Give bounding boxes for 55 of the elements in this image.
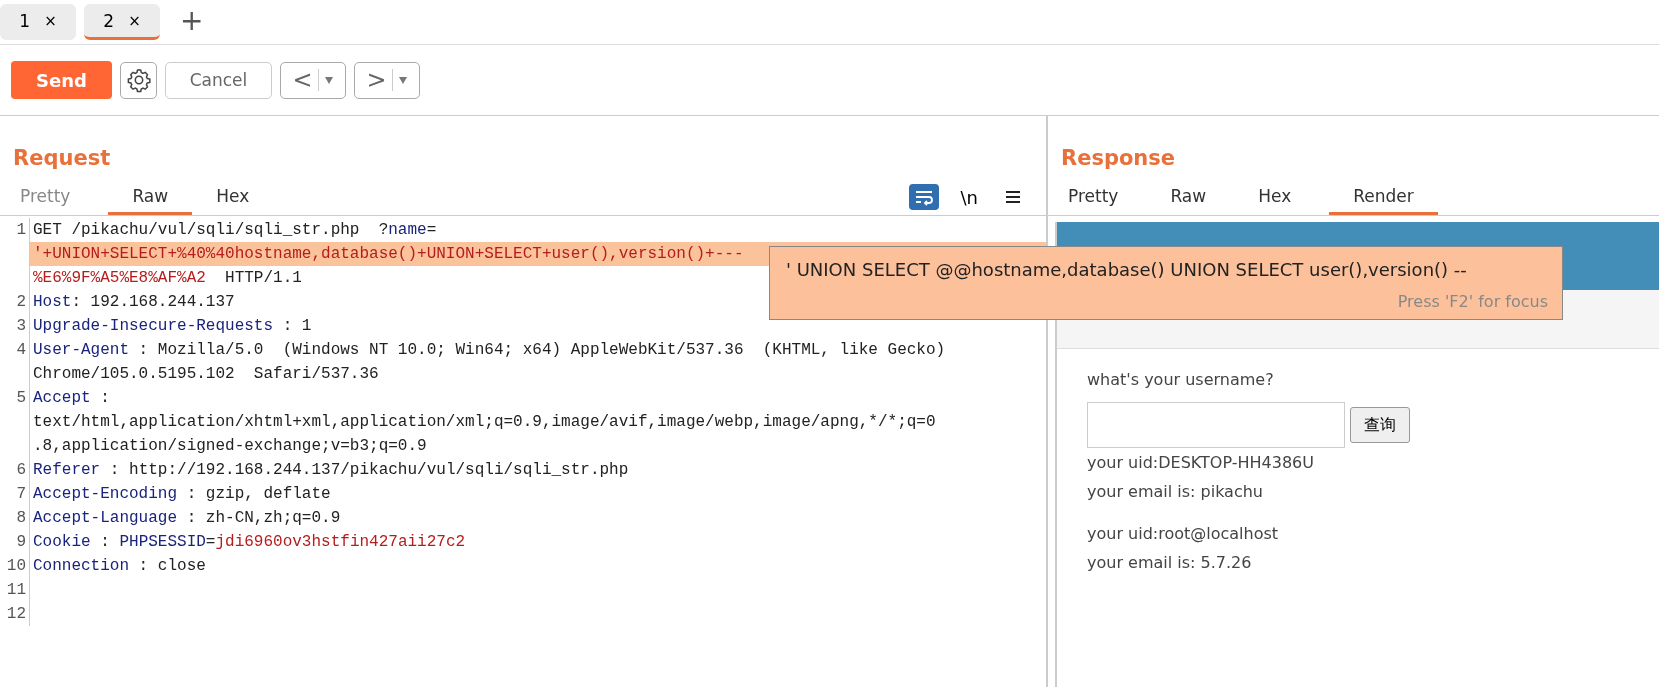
line-number: 3 xyxy=(0,314,30,338)
result-text: your uid:DESKTOP-HH4386U xyxy=(1087,452,1315,474)
line-number: 10 xyxy=(0,554,30,578)
tooltip-hint: Press 'F2' for focus xyxy=(1397,292,1548,311)
code-line: Accept-Encoding : gzip, deflate xyxy=(32,484,331,505)
panel-title: Response xyxy=(1060,145,1177,172)
code-line: Chrome/105.0.5195.102 Safari/537.36 xyxy=(32,364,379,385)
line-number: 6 xyxy=(0,458,30,482)
view-tab[interactable]: Render xyxy=(1329,179,1438,215)
username-field[interactable] xyxy=(1087,402,1345,448)
code-line: text/html,application/xhtml+xml,application/xml;q=0.9,image/avif,image/webp,image/apng,*/*;q=0 xyxy=(32,412,936,433)
result-text: your email is: pikachu xyxy=(1087,481,1264,503)
tab[interactable]: 1 × xyxy=(0,4,76,40)
line-number: 4 xyxy=(0,338,30,386)
forward-button[interactable]: > xyxy=(354,61,420,99)
query-button[interactable]: 查询 xyxy=(1350,407,1410,443)
code-line: GET /pikachu/vul/sqli/sqli_str.php ?name= xyxy=(32,220,437,241)
back-button[interactable]: < xyxy=(280,61,346,99)
view-tab[interactable]: Hex xyxy=(1244,179,1320,215)
code-line: Accept-Language : zh-CN,zh;q=0.9 xyxy=(32,508,341,529)
line-number: 7 xyxy=(0,482,30,506)
code-line: .8,application/signed-exchange;v=b3;q=0.9 xyxy=(32,436,427,457)
cancel-button[interactable]: Cancel xyxy=(165,61,272,99)
view-tab[interactable]: Pretty xyxy=(6,179,99,215)
result-text: your uid:root@localhost xyxy=(1087,523,1280,545)
tab[interactable]: 2 × xyxy=(84,4,160,40)
code-line: User-Agent : Mozilla/5.0 (Windows NT 10.0; Win64; x64) AppleWebKit/537.36 (KHTML, like Gecko) xyxy=(32,340,946,361)
line-number: 9 xyxy=(0,530,30,554)
settings-button[interactable] xyxy=(120,61,157,99)
wrap-button[interactable] xyxy=(908,184,939,210)
code-line: Accept : xyxy=(32,388,110,409)
result-text: your email is: 5.7.26 xyxy=(1087,552,1253,574)
view-tab[interactable]: Raw xyxy=(108,179,193,215)
line-number: 5 xyxy=(0,386,30,458)
code-line: Connection : close xyxy=(32,556,206,577)
code-line: Host: 192.168.244.137 xyxy=(32,292,235,313)
line-number: 8 xyxy=(0,506,30,530)
line-number: 11 xyxy=(0,578,30,602)
panel-title: Request xyxy=(12,145,112,172)
dropdown-icon xyxy=(397,75,408,85)
form-prompt: what's your username? xyxy=(1087,369,1275,391)
view-tab[interactable]: Raw xyxy=(1156,179,1235,215)
dropdown-icon xyxy=(323,75,334,85)
view-tab[interactable]: Pretty xyxy=(1054,179,1147,215)
code-line: %E6%9F%A5%E8%AF%A2 HTTP/1.1 xyxy=(32,268,302,289)
view-tab[interactable]: Hex xyxy=(202,179,278,215)
line-number: 2 xyxy=(0,290,30,314)
newline-toggle[interactable]: \n xyxy=(954,185,984,209)
code-line: Referer : http://192.168.244.137/pikachu/vul/sqli/sqli_str.php xyxy=(32,460,629,481)
line-number: 12 xyxy=(0,602,30,626)
settings-icon xyxy=(125,67,152,93)
code-line: Cookie : PHPSESSID=jdi6960ov3hstfin427aii27c2 xyxy=(32,532,466,553)
code-line: Upgrade-Insecure-Requests : 1 xyxy=(32,316,312,337)
new-tab-button[interactable]: + xyxy=(174,4,210,37)
menu-icon xyxy=(1004,189,1022,205)
